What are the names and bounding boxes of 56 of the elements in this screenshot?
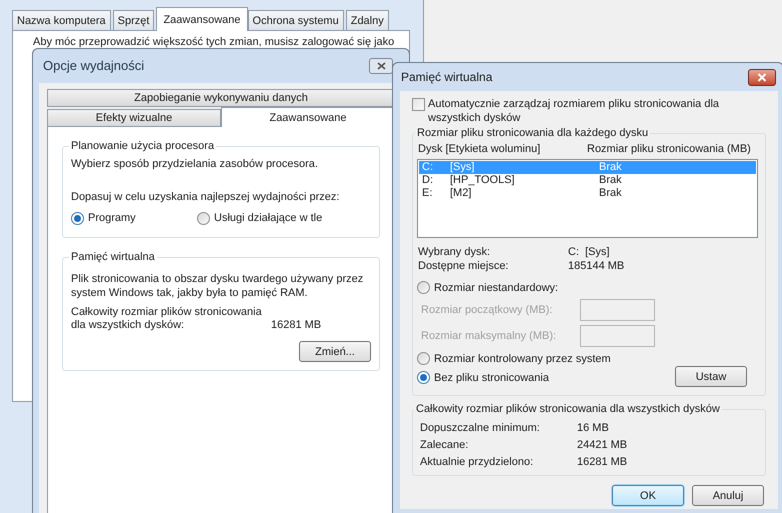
window-title: Pamięć wirtualna — [401, 70, 492, 84]
close-icon — [376, 62, 386, 70]
total-label: Całkowity rozmiar plików stronicowania dla wszystkich dysków: — [71, 306, 263, 332]
option-label: Bez pliku stronicowania — [434, 370, 549, 384]
close-button[interactable] — [748, 68, 776, 86]
total-value: 24421 MB — [577, 438, 628, 452]
tab[interactable]: Zdalny — [346, 10, 389, 30]
field-label: Rozmiar początkowy (MB): — [421, 303, 554, 317]
option-label: Programy — [88, 211, 136, 225]
detail-value: 185144 MB — [568, 259, 624, 273]
description-text: Wybierz sposób przydzielania zasobów procesora. — [71, 157, 319, 171]
total-label: Dopuszczalne minimum: — [420, 421, 541, 435]
checkbox-label: Automatycznie zarządzaj rozmiarem pliku stronicowania dla wszystkich dysków — [428, 97, 720, 125]
drive-row[interactable]: D: [HP_TOOLS] Brak — [419, 174, 756, 187]
group-title: Rozmiar pliku stronicowania dla każdego dysku — [416, 126, 650, 140]
total-label: Aktualnie przydzielono: — [420, 455, 534, 469]
group-title: Pamięć wirtualna — [70, 250, 156, 264]
window-title: Opcje wydajności — [43, 59, 144, 73]
prompt-text: Dopasuj w celu uzyskania najlepszej wydajności przez: — [71, 190, 340, 204]
radio-button[interactable] — [417, 281, 430, 294]
checkbox[interactable] — [412, 98, 425, 111]
tab[interactable]: Nazwa komputera — [12, 10, 111, 30]
radio-button[interactable] — [197, 212, 210, 224]
description-text: Plik stronicowania to obszar dysku twardego używany przez system Windows tak, jakby była to pamięć RAM. — [71, 272, 364, 300]
set-button[interactable]: Ustaw — [675, 366, 747, 387]
change-button[interactable]: Zmień... — [299, 341, 371, 362]
tab[interactable]: Zaawansowane — [156, 7, 248, 31]
dialog-button[interactable]: OK — [612, 485, 684, 506]
notice-text: Aby móc przeprowadzić większość tych zmian, musisz zalogować się jako — [33, 35, 394, 49]
total-label: Zalecane: — [420, 438, 470, 452]
column-header: Dysk [Etykieta woluminu] — [417, 142, 542, 156]
tab[interactable]: Ochrona systemu — [248, 10, 344, 30]
radio-button[interactable] — [71, 212, 84, 224]
column-header: Rozmiar pliku stronicowania (MB) — [587, 142, 751, 156]
detail-label: Wybrany dysk: — [418, 245, 492, 259]
total-value: 16281 MB — [577, 455, 628, 469]
radio-button[interactable] — [417, 371, 430, 384]
drive-row[interactable]: E: [M2] Brak — [419, 187, 756, 200]
tab[interactable]: Zapobieganie wykonywaniu danych — [47, 89, 395, 107]
total-value: 16281 MB — [271, 318, 322, 332]
option-label: Rozmiar kontrolowany przez system — [434, 352, 611, 366]
close-button[interactable] — [369, 58, 393, 74]
detail-label: Dostępne miejsce: — [418, 259, 510, 273]
option-label: Usługi działające w tle — [214, 211, 322, 225]
tab[interactable]: Sprzęt — [112, 10, 154, 30]
dialog-button[interactable]: Anuluj — [692, 485, 764, 506]
group-title: Planowanie użycia procesora — [70, 139, 216, 153]
option-label: Rozmiar niestandardowy: — [434, 280, 558, 294]
radio-button[interactable] — [417, 352, 430, 365]
detail-value: C: [Sys] — [568, 245, 610, 259]
tab[interactable]: Efekty wizualne — [47, 109, 221, 127]
total-value: 16 MB — [577, 421, 609, 435]
field-label: Rozmiar maksymalny (MB): — [421, 329, 558, 343]
tab[interactable]: Zaawansowane — [221, 107, 395, 127]
close-icon — [757, 72, 767, 82]
group-title: Całkowity rozmiar plików stronicowania dla wszystkich dysków — [415, 402, 721, 416]
